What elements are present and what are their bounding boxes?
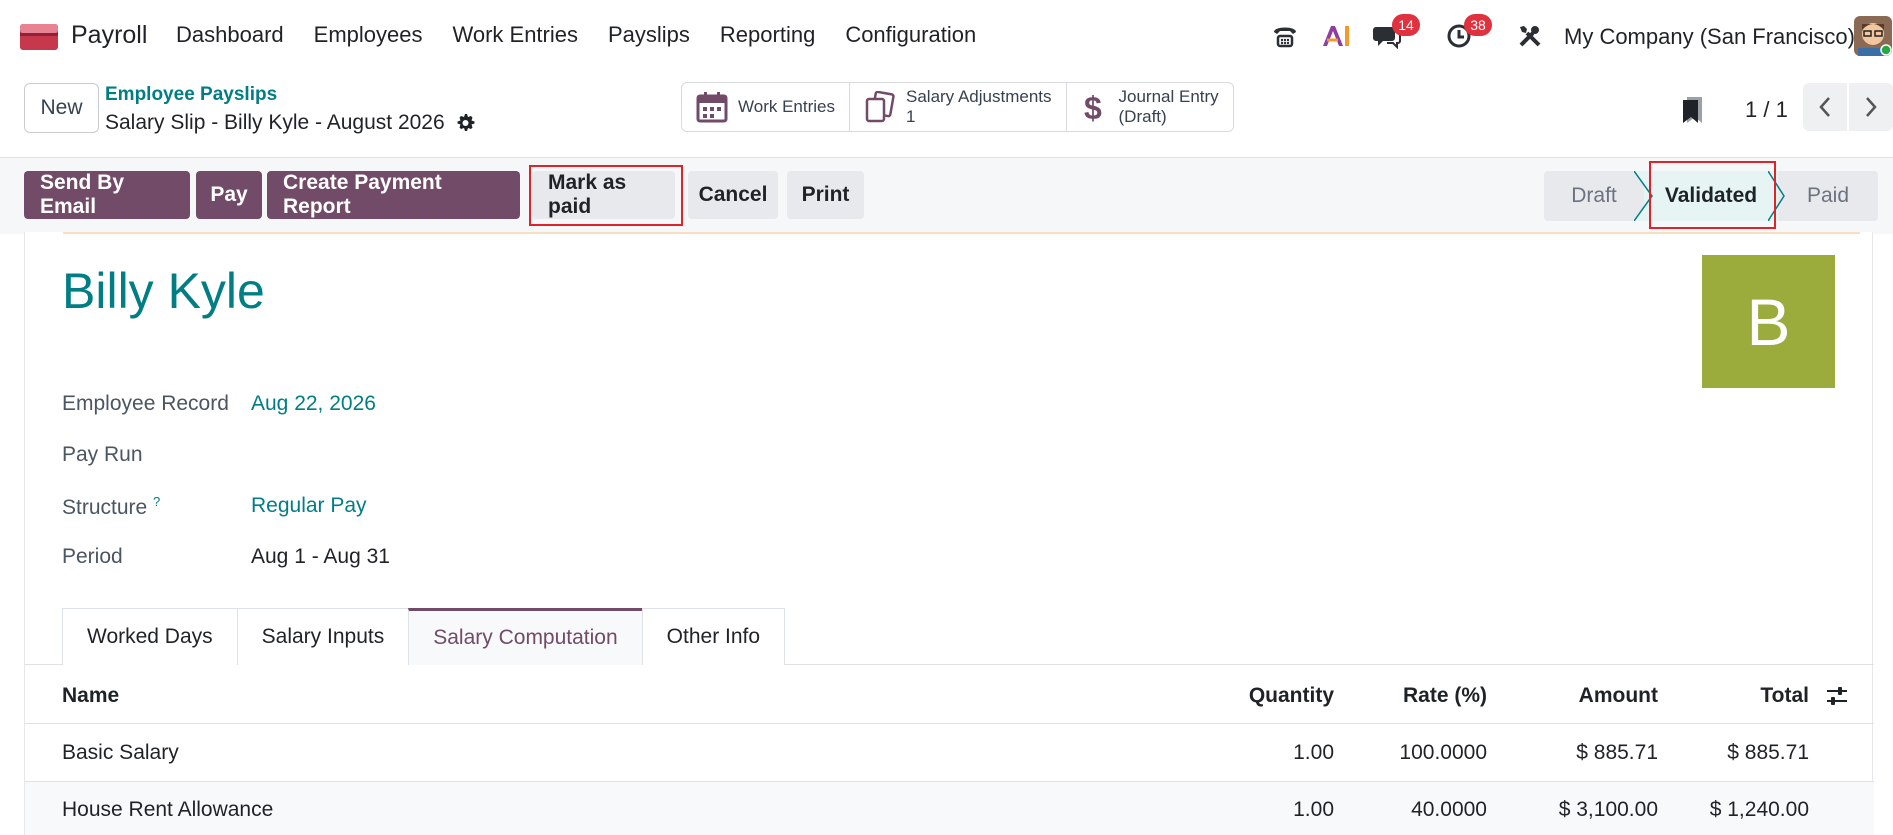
employee-avatar[interactable]: B (1702, 255, 1835, 388)
activities-badge: 38 (1464, 14, 1492, 36)
period-value[interactable]: Aug 1 - Aug 31 (251, 545, 390, 569)
salary-adjustments-label: Salary Adjustments 1 (906, 87, 1052, 127)
employee-record-value[interactable]: Aug 22, 2026 (251, 392, 376, 416)
form-sheet: Billy Kyle B Employee Record Aug 22, 202… (24, 232, 1874, 835)
period-label: Period (62, 545, 123, 568)
pager-value[interactable]: 1 / 1 (1745, 97, 1788, 123)
cancel-button[interactable]: Cancel (688, 171, 778, 219)
row-rate: 100.0000 (1399, 741, 1487, 764)
row-quantity: 1.00 (1293, 798, 1334, 821)
bookmark-icon[interactable] (1682, 96, 1704, 124)
ai-icon[interactable] (1320, 20, 1352, 52)
menu-dashboard[interactable]: Dashboard (176, 22, 300, 48)
row-name: Basic Salary (62, 741, 179, 764)
pager-next-button[interactable] (1849, 83, 1893, 131)
gear-icon[interactable] (455, 113, 475, 133)
row-rate: 40.0000 (1411, 798, 1487, 821)
record-title: Salary Slip - Billy Kyle - August 2026 (105, 111, 445, 134)
structure-label: Structure ? (62, 494, 160, 520)
row-total: $ 885.71 (1727, 741, 1809, 764)
chat-icon[interactable]: 14 (1372, 14, 1420, 52)
print-button[interactable]: Print (787, 171, 864, 219)
journal-entry-state: (Draft) (1118, 107, 1167, 126)
column-settings-icon[interactable] (1826, 686, 1848, 706)
chevron-left-icon (1819, 97, 1830, 117)
dollar-icon: $ (1084, 91, 1102, 123)
documents-icon (865, 91, 895, 123)
col-name[interactable]: Name (62, 684, 119, 708)
menu-configuration[interactable]: Configuration (845, 22, 992, 48)
phone-icon[interactable] (1270, 20, 1300, 52)
table-row[interactable]: House Rent Allowance 1.00 40.0000 $ 3,10… (25, 782, 1874, 835)
journal-entry-label: Journal Entry (Draft) (1119, 87, 1219, 127)
svg-text:$: $ (1084, 91, 1102, 123)
clock-icon[interactable]: 38 (1444, 14, 1492, 52)
pay-run-label: Pay Run (62, 443, 143, 466)
journal-entry-title: Journal Entry (1118, 87, 1219, 106)
user-avatar[interactable] (1854, 16, 1892, 56)
menu-work-entries[interactable]: Work Entries (452, 22, 594, 48)
row-name: House Rent Allowance (62, 798, 274, 821)
notebook-tabs: Worked Days Salary Inputs Salary Computa… (62, 608, 786, 665)
menu-reporting[interactable]: Reporting (720, 22, 831, 48)
col-total[interactable]: Total (1760, 684, 1809, 708)
col-quantity[interactable]: Quantity (1249, 684, 1334, 708)
employee-name[interactable]: Billy Kyle (62, 262, 265, 320)
breadcrumb-current: Salary Slip - Billy Kyle - August 2026 (105, 111, 475, 135)
tab-salary-computation[interactable]: Salary Computation (408, 608, 643, 665)
tab-worked-days[interactable]: Worked Days (62, 608, 238, 665)
row-amount: $ 885.71 (1576, 741, 1658, 764)
chevron-right-icon (1866, 97, 1877, 117)
tab-other-info[interactable]: Other Info (641, 608, 786, 665)
stage-draft[interactable]: Draft (1544, 171, 1644, 221)
send-by-email-button[interactable]: Send By Email (24, 171, 190, 219)
work-entries-smart-button[interactable]: Work Entries (682, 83, 850, 131)
company-switcher[interactable]: My Company (San Francisco) (1564, 24, 1855, 50)
journal-entry-smart-button[interactable]: $ Journal Entry (Draft) (1067, 83, 1233, 131)
tab-salary-inputs[interactable]: Salary Inputs (236, 608, 410, 665)
col-amount[interactable]: Amount (1579, 684, 1658, 708)
pager-previous-button[interactable] (1803, 83, 1847, 131)
work-entries-label: Work Entries (738, 97, 835, 116)
table-header: Name Quantity Rate (%) Amount Total (25, 666, 1874, 724)
mark-as-paid-highlight (529, 165, 683, 226)
payroll-app-icon[interactable] (20, 24, 58, 50)
top-navbar: Payroll Dashboard Employees Work Entries… (0, 0, 1893, 73)
app-name[interactable]: Payroll (71, 21, 147, 50)
sheet-top-divider (63, 232, 1860, 234)
structure-value[interactable]: Regular Pay (251, 494, 367, 518)
action-bar: Send By Email Pay Create Payment Report … (0, 158, 1893, 234)
validated-highlight (1649, 161, 1776, 229)
menu-payslips[interactable]: Payslips (608, 22, 706, 48)
salary-adjustments-smart-button[interactable]: Salary Adjustments 1 (850, 83, 1067, 131)
breadcrumb-parent[interactable]: Employee Payslips (105, 84, 277, 106)
row-quantity: 1.00 (1293, 741, 1334, 764)
calendar-icon (696, 92, 728, 123)
salary-adjustments-title: Salary Adjustments (906, 87, 1052, 106)
pay-button[interactable]: Pay (196, 171, 262, 219)
col-rate[interactable]: Rate (%) (1403, 684, 1487, 708)
employee-record-label: Employee Record (62, 392, 229, 415)
row-amount: $ 3,100.00 (1558, 798, 1658, 821)
help-icon[interactable]: ? (153, 494, 160, 509)
menu-employees[interactable]: Employees (314, 22, 439, 48)
table-row[interactable]: Basic Salary 1.00 100.0000 $ 885.71 $ 88… (25, 725, 1874, 782)
control-panel: New Employee Payslips Salary Slip - Bill… (0, 73, 1893, 158)
new-button[interactable]: New (24, 83, 99, 133)
tools-icon[interactable] (1515, 20, 1545, 52)
messages-badge: 14 (1392, 14, 1420, 36)
smart-buttons: Work Entries Salary Adjustments 1 $ Jour… (681, 82, 1234, 132)
create-payment-report-button[interactable]: Create Payment Report (267, 171, 520, 219)
main-menu: Dashboard Employees Work Entries Payslip… (176, 22, 1006, 48)
row-total: $ 1,240.00 (1709, 798, 1809, 821)
salary-adjustments-count: 1 (906, 107, 916, 126)
structure-label-text: Structure (62, 496, 148, 519)
